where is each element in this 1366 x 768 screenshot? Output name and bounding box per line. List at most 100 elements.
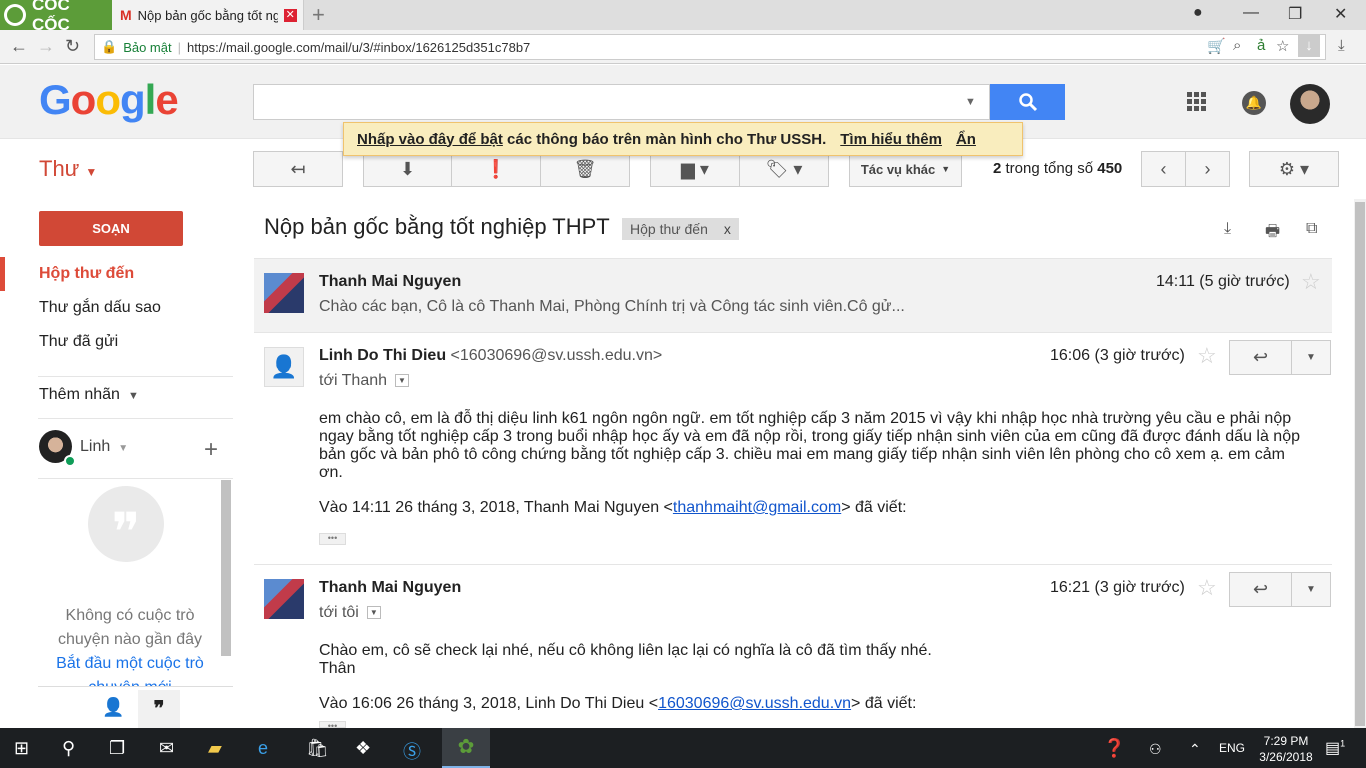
downloads-icon[interactable]: ⤓ bbox=[1338, 37, 1345, 54]
url-text: https://mail.google.com/mail/u/3/#inbox/… bbox=[187, 39, 531, 55]
reply-icon[interactable]: ↩ bbox=[1230, 573, 1292, 606]
newer-button[interactable]: ‹ bbox=[1141, 151, 1186, 187]
show-details-icon[interactable]: ▼ bbox=[366, 606, 381, 620]
mail-app-switcher[interactable]: Thư ▼ bbox=[39, 156, 97, 182]
main-scrollbar-thumb[interactable] bbox=[1355, 202, 1365, 726]
hangouts-tab-icon[interactable]: ❞ bbox=[138, 690, 180, 728]
hangouts-user[interactable]: Linh ▼ bbox=[80, 438, 128, 456]
action-center-icon[interactable]: ▤1 bbox=[1325, 738, 1345, 758]
back-icon[interactable]: ← bbox=[10, 36, 28, 57]
sidebar-item-sent[interactable]: Thư đã gửi bbox=[39, 333, 118, 351]
translate-icon[interactable]: ả bbox=[1257, 37, 1265, 54]
language-indicator[interactable]: ENG bbox=[1219, 741, 1245, 755]
delete-button[interactable]: 🗑 bbox=[540, 151, 630, 187]
dismiss-link[interactable]: Ẩn bbox=[956, 131, 976, 148]
more-options-caret-icon[interactable]: ▼ bbox=[1292, 573, 1330, 606]
google-logo[interactable]: Google bbox=[39, 76, 179, 124]
mail-icon[interactable]: ✉ bbox=[159, 738, 174, 759]
labels-button[interactable]: 🏷 ▾ bbox=[739, 151, 829, 187]
sidebar-scrollbar[interactable] bbox=[221, 480, 231, 656]
new-window-icon[interactable]: ⧉ bbox=[1306, 220, 1317, 238]
account-avatar[interactable] bbox=[1290, 84, 1330, 124]
show-trimmed-content-button[interactable]: ••• bbox=[319, 721, 346, 728]
browser-tab-gmail[interactable]: M Nộp bản gốc bằng tốt nghiệp THPT ✕ bbox=[112, 0, 304, 30]
chevron-down-icon: ▼ bbox=[127, 390, 139, 402]
zoom-icon[interactable]: ⌕ bbox=[1233, 37, 1241, 54]
quoted-email-link[interactable]: 16030696@sv.ussh.edu.vn bbox=[658, 695, 851, 712]
show-details-icon[interactable]: ▼ bbox=[395, 374, 410, 388]
older-button[interactable]: › bbox=[1185, 151, 1230, 187]
inbox-label-chip: Hộp thư đến x bbox=[622, 218, 739, 240]
divider bbox=[38, 376, 233, 377]
forward-icon[interactable]: → bbox=[37, 36, 55, 57]
maximize-icon[interactable]: ❐ bbox=[1288, 4, 1302, 24]
new-conversation-plus-icon[interactable]: + bbox=[204, 436, 218, 464]
thread-subject: Nộp bản gốc bằng tốt nghiệp THPT bbox=[264, 214, 610, 239]
more-options-caret-icon[interactable]: ▼ bbox=[1292, 341, 1330, 374]
show-trimmed-content-button[interactable]: ••• bbox=[319, 533, 346, 545]
more-labels-toggle[interactable]: Thêm nhãn ▼ bbox=[39, 386, 139, 404]
inbox-active-marker bbox=[0, 257, 5, 291]
store-icon[interactable]: 🛍 bbox=[306, 738, 329, 759]
minimize-icon[interactable]: — bbox=[1243, 4, 1259, 22]
search-button[interactable] bbox=[990, 84, 1065, 120]
reply-icon[interactable]: ↩ bbox=[1230, 341, 1292, 374]
quoted-email-link[interactable]: thanhmaiht@gmail.com bbox=[673, 499, 841, 516]
trash-icon: 🗑 bbox=[573, 158, 597, 179]
learn-more-link[interactable]: Tìm hiểu thêm bbox=[840, 131, 942, 148]
reply-button-group: ↩ ▼ bbox=[1229, 572, 1331, 607]
star-icon[interactable]: ☆ bbox=[1301, 269, 1321, 295]
star-icon[interactable]: ☆ bbox=[1197, 575, 1217, 601]
close-window-icon[interactable]: ✕ bbox=[1334, 4, 1347, 24]
sidebar-item-inbox[interactable]: Hộp thư đến bbox=[39, 265, 134, 283]
profile-icon[interactable]: ● bbox=[1193, 4, 1203, 22]
url-bar[interactable]: 🔒 Bảo mật | https://mail.google.com/mail… bbox=[94, 34, 1326, 60]
windows-start-icon[interactable]: ⊞ bbox=[14, 738, 29, 759]
start-conversation-link[interactable]: Bắt đầu một cuộc trò bbox=[38, 652, 222, 676]
mail-label: Thư bbox=[39, 156, 80, 181]
sidebar-item-starred[interactable]: Thư gắn dấu sao bbox=[39, 299, 161, 317]
file-explorer-icon[interactable]: ▰ bbox=[208, 738, 222, 759]
search-input[interactable] bbox=[253, 84, 990, 120]
sender-avatar bbox=[264, 579, 304, 619]
sender-name: Thanh Mai Nguyen bbox=[319, 273, 462, 290]
search-options-caret-icon[interactable]: ▼ bbox=[965, 96, 976, 108]
message-collapsed[interactable] bbox=[254, 258, 1332, 333]
search-icon[interactable]: ⚲ bbox=[62, 738, 75, 759]
star-icon[interactable]: ☆ bbox=[1197, 343, 1217, 369]
expand-all-icon[interactable]: ⤓ bbox=[1224, 220, 1231, 238]
coccoc-logo[interactable]: CỐC CỐC bbox=[0, 0, 112, 34]
new-tab-button[interactable]: + bbox=[312, 2, 325, 28]
message-time: 16:21 (3 giờ trước) bbox=[1050, 579, 1185, 596]
print-icon[interactable]: 🖶 bbox=[1265, 220, 1280, 247]
dropbox-icon[interactable]: ❖ bbox=[355, 738, 371, 759]
coccoc-taskbar-button[interactable]: ✿ bbox=[442, 728, 490, 768]
settings-button[interactable]: ⚙ ▾ bbox=[1249, 151, 1339, 187]
enable-notifications-link[interactable]: Nhấp vào đây để bật bbox=[357, 131, 503, 148]
report-spam-button[interactable]: ❗ bbox=[451, 151, 541, 187]
help-icon[interactable]: ❓ bbox=[1103, 738, 1125, 759]
compose-button[interactable]: SOẠN bbox=[39, 211, 183, 246]
more-actions-label: Tác vụ khác bbox=[860, 161, 936, 177]
bookmark-star-icon[interactable]: ☆ bbox=[1276, 37, 1289, 55]
contacts-person-icon[interactable]: 👤 bbox=[102, 697, 124, 718]
message-time: 16:06 (3 giờ trước) bbox=[1050, 347, 1185, 364]
skype-icon[interactable]: Ⓢ bbox=[403, 738, 421, 764]
apps-grid-icon[interactable] bbox=[1187, 92, 1207, 112]
archive-button[interactable]: ⬇ bbox=[363, 151, 452, 187]
task-view-icon[interactable]: ❐ bbox=[109, 738, 125, 759]
more-actions-button[interactable]: Tác vụ khác ▼ bbox=[849, 151, 962, 187]
download-arrow-icon[interactable]: ↓ bbox=[1298, 35, 1320, 57]
notifications-bell-icon[interactable]: 🔔 bbox=[1242, 91, 1266, 115]
back-to-inbox-button[interactable]: ↤ bbox=[253, 151, 343, 187]
people-icon[interactable]: ⚇ bbox=[1149, 741, 1162, 758]
remove-label-button[interactable]: x bbox=[724, 221, 731, 237]
move-to-button[interactable]: ▆ ▾ bbox=[650, 151, 740, 187]
clock[interactable]: 7:29 PM 3/26/2018 bbox=[1256, 733, 1316, 765]
tab-close-icon[interactable]: ✕ bbox=[283, 8, 297, 22]
edge-icon[interactable]: e bbox=[258, 738, 268, 759]
tray-chevron-up-icon[interactable]: ⌃ bbox=[1189, 741, 1201, 758]
reload-icon[interactable]: ↻ bbox=[65, 36, 80, 57]
gmail-favicon-icon: M bbox=[120, 7, 132, 23]
cart-icon[interactable]: 🛒 bbox=[1207, 37, 1226, 55]
